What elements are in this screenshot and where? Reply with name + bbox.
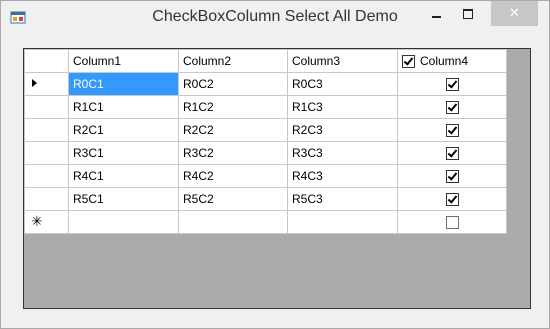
- row-header[interactable]: [24, 141, 69, 165]
- table-cell[interactable]: R1C3: [287, 95, 398, 119]
- table-row[interactable]: R3C1 R3C2 R3C3: [24, 141, 507, 165]
- row-header[interactable]: [24, 72, 69, 96]
- row-checkbox[interactable]: [445, 170, 459, 184]
- row-checkbox[interactable]: [445, 78, 459, 92]
- checkbox-cell[interactable]: [397, 141, 507, 165]
- column-header-column3[interactable]: Column3: [287, 49, 398, 73]
- row-header[interactable]: [24, 95, 69, 119]
- table-cell[interactable]: R5C1: [68, 187, 179, 211]
- table-cell[interactable]: R1C1: [68, 95, 179, 119]
- column-header-column2[interactable]: Column2: [178, 49, 288, 73]
- table-row[interactable]: R0C1 R0C2 R0C3: [24, 72, 507, 96]
- top-left-header-cell[interactable]: [24, 49, 69, 73]
- checkbox-cell[interactable]: [397, 210, 507, 234]
- column4-header-label: Column4: [420, 54, 469, 68]
- table-cell[interactable]: R0C3: [287, 72, 398, 96]
- table-cell[interactable]: [287, 210, 398, 234]
- row-header[interactable]: [24, 118, 69, 142]
- table-cell[interactable]: R4C2: [178, 164, 288, 188]
- table-row[interactable]: R5C1 R5C2 R5C3: [24, 187, 507, 211]
- table-cell[interactable]: R1C2: [178, 95, 288, 119]
- checkbox-cell[interactable]: [397, 72, 507, 96]
- checkbox-cell[interactable]: [397, 187, 507, 211]
- table-cell[interactable]: [178, 210, 288, 234]
- data-grid-view[interactable]: Column1 Column2 Column3 Column4 R0C1 R0C: [23, 48, 531, 309]
- row-checkbox[interactable]: [445, 101, 459, 115]
- title-bar[interactable]: CheckBoxColumn Select All Demo ✕: [1, 1, 549, 34]
- table-cell[interactable]: R4C1: [68, 164, 179, 188]
- table-cell[interactable]: R0C1: [68, 72, 179, 96]
- column-header-column1[interactable]: Column1: [68, 49, 179, 73]
- data-grid-table: Column1 Column2 Column3 Column4 R0C1 R0C: [24, 49, 507, 234]
- table-row[interactable]: R2C1 R2C2 R2C3: [24, 118, 507, 142]
- row-checkbox[interactable]: [445, 124, 459, 138]
- row-header[interactable]: ✳: [24, 210, 69, 234]
- table-row[interactable]: R1C1 R1C2 R1C3: [24, 95, 507, 119]
- minimize-button[interactable]: [421, 1, 451, 26]
- current-row-arrow-icon: [32, 78, 37, 87]
- new-row-checkbox[interactable]: [445, 216, 459, 230]
- column-header-row: Column1 Column2 Column3 Column4: [24, 49, 507, 73]
- table-cell[interactable]: R3C2: [178, 141, 288, 165]
- main-window: CheckBoxColumn Select All Demo ✕ Column1: [0, 0, 550, 329]
- checkbox-cell[interactable]: [397, 95, 507, 119]
- table-cell[interactable]: R5C2: [178, 187, 288, 211]
- table-cell[interactable]: R2C1: [68, 118, 179, 142]
- table-cell[interactable]: R3C3: [287, 141, 398, 165]
- table-cell[interactable]: R4C3: [287, 164, 398, 188]
- table-row[interactable]: R4C1 R4C2 R4C3: [24, 164, 507, 188]
- table-cell[interactable]: R2C3: [287, 118, 398, 142]
- table-cell[interactable]: [68, 210, 179, 234]
- maximize-icon: [463, 8, 473, 19]
- maximize-button[interactable]: [453, 1, 483, 26]
- table-cell[interactable]: R3C1: [68, 141, 179, 165]
- close-icon: ✕: [509, 6, 520, 21]
- row-checkbox[interactable]: [445, 147, 459, 161]
- close-button[interactable]: ✕: [491, 1, 538, 26]
- table-cell[interactable]: R5C3: [287, 187, 398, 211]
- minimize-icon: [431, 15, 441, 18]
- checkbox-cell[interactable]: [397, 118, 507, 142]
- select-all-checkbox[interactable]: [402, 54, 415, 68]
- row-header[interactable]: [24, 164, 69, 188]
- table-cell[interactable]: R0C2: [178, 72, 288, 96]
- new-row[interactable]: ✳: [24, 210, 507, 234]
- table-cell[interactable]: R2C2: [178, 118, 288, 142]
- row-checkbox[interactable]: [445, 193, 459, 207]
- row-header[interactable]: [24, 187, 69, 211]
- checkbox-cell[interactable]: [397, 164, 507, 188]
- new-row-asterisk-icon: ✳: [31, 214, 43, 230]
- column-header-column4[interactable]: Column4: [397, 49, 507, 73]
